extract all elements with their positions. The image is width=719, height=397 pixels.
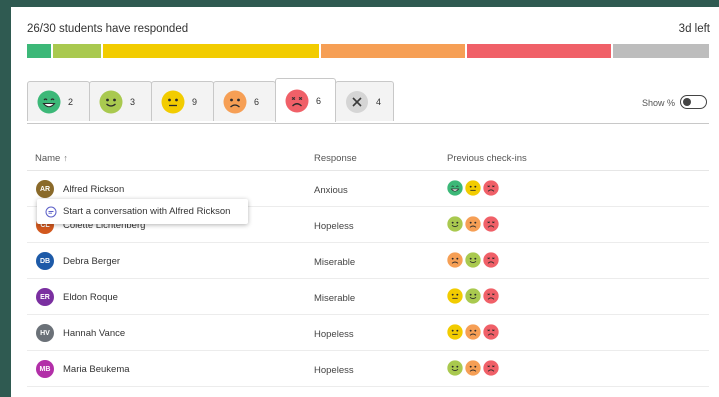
student-name[interactable]: Hannah Vance: [63, 328, 125, 339]
student-row[interactable]: HV Hannah Vance Hopeless: [27, 315, 709, 351]
very-sad-face-icon: [483, 216, 499, 232]
previous-checkins: [447, 360, 499, 376]
tabs-divider: [27, 123, 709, 124]
previous-checkins: [447, 324, 499, 340]
time-left: 3d left: [678, 23, 710, 35]
avatar[interactable]: MB: [36, 360, 54, 378]
very-sad-face-icon: [285, 89, 309, 113]
very-sad-face-icon: [483, 360, 499, 376]
avatar[interactable]: AR: [36, 180, 54, 198]
chat-icon: [45, 206, 57, 217]
sad-face-icon: [465, 360, 481, 376]
show-percent-toggle[interactable]: [680, 95, 707, 109]
neutral-face-icon: [465, 180, 481, 196]
conversation-tooltip[interactable]: Start a conversation with Alfred Rickson: [37, 199, 248, 224]
sad-face-icon: [223, 90, 247, 114]
neutral-face-icon: [447, 288, 463, 304]
happy-face-icon: [447, 216, 463, 232]
emotion-tabs: 2 3 9 6 6 4: [27, 78, 394, 124]
response-status: 26/30 students have responded: [27, 23, 189, 35]
avatar[interactable]: DB: [36, 252, 54, 270]
happy-face-icon: [447, 360, 463, 376]
student-response: Miserable: [314, 257, 356, 268]
progress-segment: [467, 44, 611, 58]
very-sad-face-icon: [483, 288, 499, 304]
avatar-initials: DB: [39, 257, 51, 265]
very-happy-face-icon: [447, 180, 463, 196]
student-response: Hopeless: [314, 329, 354, 340]
progress-segment: [613, 44, 709, 58]
tab-very-sad-face[interactable]: 6: [275, 78, 336, 122]
tab-count: 9: [192, 96, 198, 107]
tab-count: 6: [254, 96, 260, 107]
student-row[interactable]: ER Eldon Roque Miserable: [27, 279, 709, 315]
neutral-face-icon: [447, 324, 463, 340]
happy-face-icon: [99, 90, 123, 114]
tab-count: 2: [68, 96, 74, 107]
toggle-knob: [683, 98, 691, 106]
student-row[interactable]: DB Debra Berger Miserable: [27, 243, 709, 279]
sad-face-icon: [465, 324, 481, 340]
tab-very-happy-face[interactable]: 2: [27, 81, 90, 121]
avatar-initials: ER: [40, 293, 50, 301]
tab-happy-face[interactable]: 3: [89, 81, 152, 121]
response-progress-bar: [27, 44, 709, 58]
student-response: Hopeless: [314, 365, 354, 376]
student-row[interactable]: MB Maria Beukema Hopeless: [27, 351, 709, 387]
very-happy-face-icon: [37, 90, 61, 114]
student-name[interactable]: Eldon Roque: [63, 292, 118, 303]
avatar-initials: HV: [40, 329, 50, 337]
previous-checkins: [447, 180, 499, 196]
sad-face-icon: [465, 216, 481, 232]
column-header-name-label: Name: [35, 153, 61, 164]
student-name[interactable]: Debra Berger: [63, 256, 120, 267]
tab-count: 3: [130, 96, 136, 107]
neutral-face-icon: [161, 90, 185, 114]
no-response-icon: [345, 90, 369, 114]
avatar-initials: AR: [39, 185, 51, 193]
very-sad-face-icon: [483, 324, 499, 340]
happy-face-icon: [465, 252, 481, 268]
very-sad-face-icon: [483, 252, 499, 268]
column-header-response: Response: [314, 153, 357, 164]
tab-sad-face[interactable]: 6: [213, 81, 276, 121]
student-response: Miserable: [314, 293, 356, 304]
very-sad-face-icon: [483, 180, 499, 196]
avatar[interactable]: HV: [36, 324, 54, 342]
progress-segment: [27, 44, 51, 58]
progress-segment: [53, 44, 101, 58]
student-response: Anxious: [314, 185, 348, 196]
sort-ascending-icon: ↑: [63, 153, 68, 163]
tab-neutral-face[interactable]: 9: [151, 81, 214, 121]
previous-checkins: [447, 252, 499, 268]
column-header-previous: Previous check-ins: [447, 153, 527, 164]
tab-count: 4: [376, 96, 382, 107]
avatar[interactable]: ER: [36, 288, 54, 306]
avatar-initials: MB: [39, 365, 51, 373]
progress-segment: [321, 44, 465, 58]
happy-face-icon: [465, 288, 481, 304]
student-name[interactable]: Maria Beukema: [63, 364, 130, 375]
show-percent-label: Show %: [642, 98, 676, 108]
tab-count: 6: [316, 95, 322, 106]
column-header-name[interactable]: Name ↑: [35, 153, 68, 164]
tooltip-text: Start a conversation with Alfred Rickson: [63, 206, 231, 217]
student-response: Hopeless: [314, 221, 354, 232]
previous-checkins: [447, 288, 499, 304]
sad-face-icon: [447, 252, 463, 268]
previous-checkins: [447, 216, 499, 232]
reflect-results-panel: 26/30 students have responded 3d left 2 3…: [11, 7, 719, 397]
progress-segment: [103, 44, 319, 58]
student-name[interactable]: Alfred Rickson: [63, 184, 124, 195]
tab-no-response[interactable]: 4: [335, 81, 394, 121]
